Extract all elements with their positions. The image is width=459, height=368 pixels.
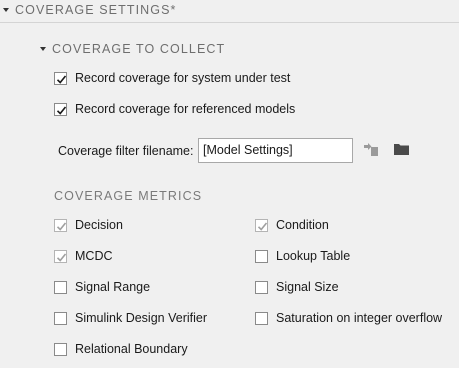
condition-checkbox <box>255 218 268 232</box>
mcdc-label: MCDC <box>75 249 113 263</box>
sldv-label: Simulink Design Verifier <box>75 311 207 325</box>
coverage-settings-title: COVERAGE SETTINGS* <box>15 3 177 17</box>
checkmark-icon <box>56 74 67 84</box>
signal-size-option[interactable]: Signal Size <box>255 280 339 294</box>
decision-label: Decision <box>75 218 123 232</box>
system-under-test-checkbox[interactable] <box>54 71 67 85</box>
coverage-metrics-title: COVERAGE METRICS <box>54 189 203 203</box>
signal-range-label: Signal Range <box>75 280 151 294</box>
referenced-models-checkbox[interactable] <box>54 102 67 116</box>
mcdc-checkbox <box>54 249 67 263</box>
folder-icon[interactable] <box>392 140 412 158</box>
saturation-checkbox[interactable] <box>255 311 268 325</box>
relational-boundary-label: Relational Boundary <box>75 342 188 356</box>
lookup-table-checkbox[interactable] <box>255 249 268 263</box>
decision-checkbox <box>54 218 67 232</box>
condition-label: Condition <box>276 218 329 232</box>
checkmark-icon <box>56 105 67 115</box>
lookup-table-label: Lookup Table <box>276 249 351 263</box>
collapse-caret-icon[interactable] <box>40 47 46 51</box>
checkmark-icon <box>257 221 268 231</box>
section-divider <box>0 22 459 23</box>
collapse-caret-icon[interactable] <box>3 8 9 12</box>
coverage-to-collect-header[interactable]: COVERAGE TO COLLECT <box>40 42 225 56</box>
system-under-test-option[interactable]: Record coverage for system under test <box>54 71 290 85</box>
coverage-filter-label: Coverage filter filename: <box>58 144 194 158</box>
sldv-option[interactable]: Simulink Design Verifier <box>54 311 207 325</box>
checkmark-icon <box>56 221 67 231</box>
relational-boundary-option[interactable]: Relational Boundary <box>54 342 188 356</box>
mcdc-option: MCDC <box>54 249 113 263</box>
signal-range-checkbox[interactable] <box>54 280 67 294</box>
coverage-to-collect-title: COVERAGE TO COLLECT <box>52 42 226 56</box>
condition-option: Condition <box>255 218 329 232</box>
sldv-checkbox[interactable] <box>54 311 67 325</box>
coverage-filter-input[interactable]: [Model Settings] <box>198 138 353 163</box>
coverage-settings-header[interactable]: COVERAGE SETTINGS* <box>3 3 177 17</box>
checkmark-icon <box>56 252 67 262</box>
saturation-label: Saturation on integer overflow <box>276 311 443 325</box>
decision-option: Decision <box>54 218 123 232</box>
signal-size-checkbox[interactable] <box>255 280 268 294</box>
referenced-models-label: Record coverage for referenced models <box>75 102 296 116</box>
saturation-option[interactable]: Saturation on integer overflow <box>255 311 442 325</box>
signal-size-label: Signal Size <box>276 280 339 294</box>
import-filter-icon[interactable] <box>361 141 381 159</box>
lookup-table-option[interactable]: Lookup Table <box>255 249 350 263</box>
relational-boundary-checkbox[interactable] <box>54 342 67 356</box>
system-under-test-label: Record coverage for system under test <box>75 71 291 85</box>
signal-range-option[interactable]: Signal Range <box>54 280 150 294</box>
referenced-models-option[interactable]: Record coverage for referenced models <box>54 102 295 116</box>
